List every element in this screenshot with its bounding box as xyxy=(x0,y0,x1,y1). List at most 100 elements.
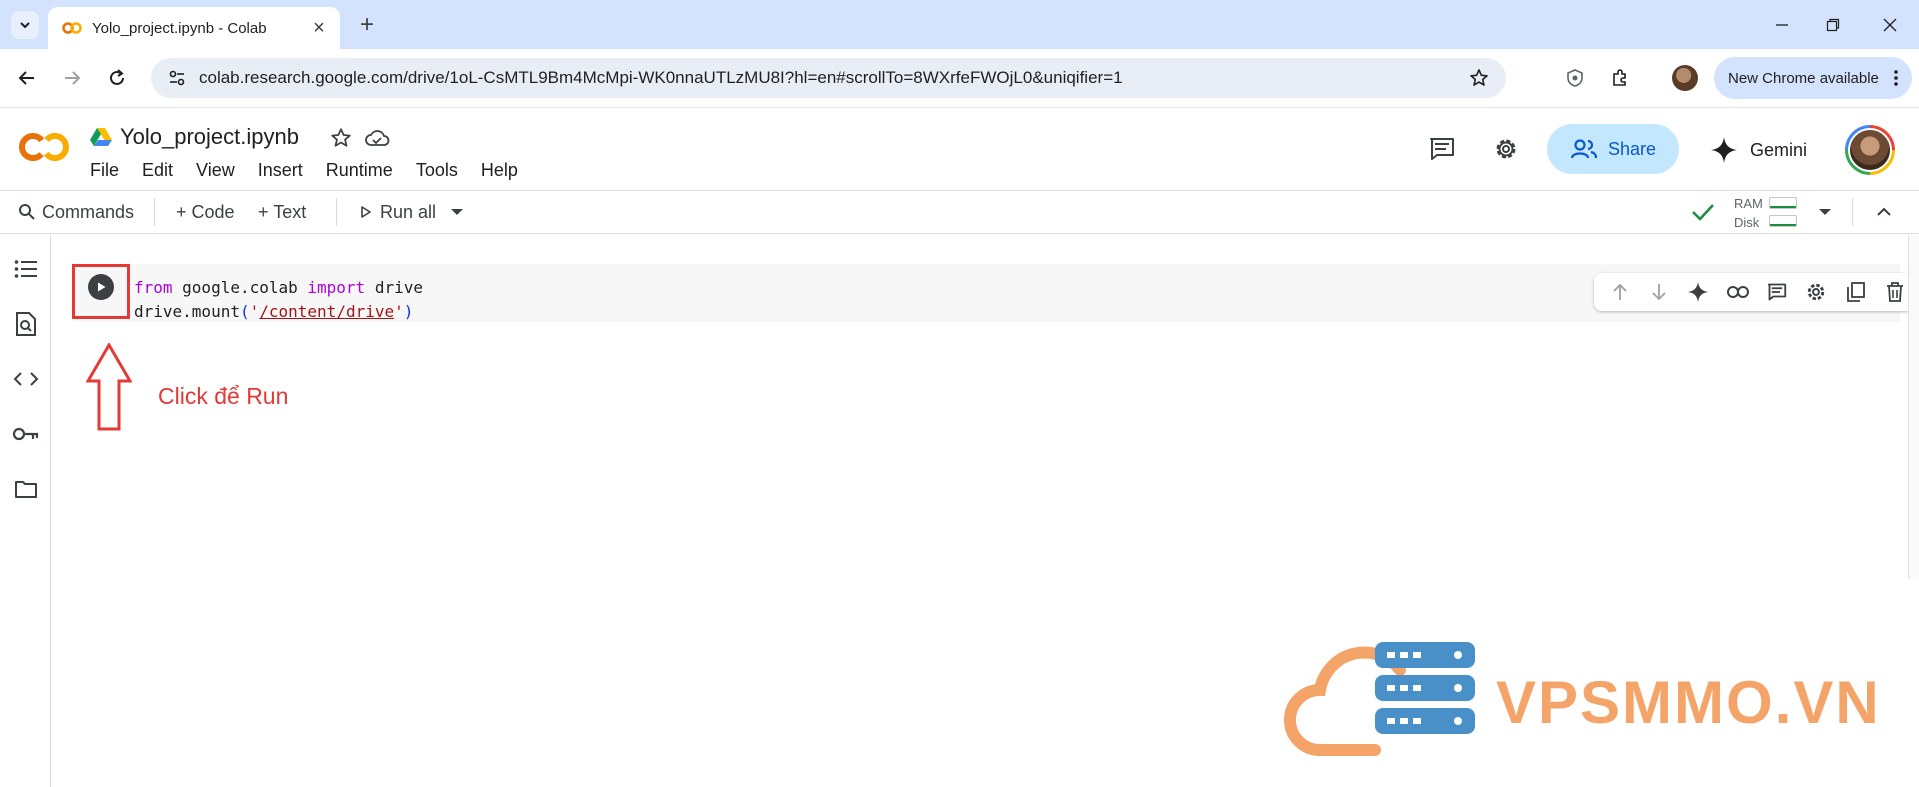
play-icon xyxy=(361,206,371,218)
colab-header: Yolo_project.ipynb File Edit View Insert… xyxy=(0,109,1919,190)
link-to-cell-button[interactable] xyxy=(1718,273,1757,311)
menu-bar: File Edit View Insert Runtime Tools Help xyxy=(90,160,541,181)
tab-title: Yolo_project.ipynb - Colab xyxy=(92,19,267,37)
menu-view[interactable]: View xyxy=(196,160,235,181)
menu-help[interactable]: Help xyxy=(481,160,518,181)
folder-icon xyxy=(15,481,37,498)
move-cell-down-button[interactable] xyxy=(1639,273,1678,311)
colab-favicon-icon xyxy=(62,22,82,34)
run-button-highlight-box xyxy=(72,264,130,319)
secrets-button[interactable] xyxy=(11,419,41,449)
browser-profile-avatar[interactable] xyxy=(1672,65,1698,91)
collapse-header-button[interactable] xyxy=(1876,191,1892,233)
add-code-button[interactable]: + Code xyxy=(176,191,235,233)
cell-toolbar xyxy=(1594,273,1919,311)
star-notebook-icon[interactable] xyxy=(328,125,354,151)
browser-tab-active[interactable]: Yolo_project.ipynb - Colab × xyxy=(48,7,340,49)
resource-labels[interactable]: RAM Disk xyxy=(1734,194,1763,232)
settings-button[interactable] xyxy=(1487,130,1525,168)
find-replace-button[interactable] xyxy=(11,309,41,339)
run-all-dropdown[interactable] xyxy=(450,191,464,233)
minimize-button[interactable] xyxy=(1760,10,1804,40)
trash-icon xyxy=(1886,282,1903,302)
forward-button[interactable] xyxy=(57,63,87,93)
run-all-button[interactable]: Run all xyxy=(360,191,436,233)
shield-extension-icon[interactable] xyxy=(1560,63,1590,93)
tab-close-icon[interactable]: × xyxy=(308,17,330,39)
close-window-button[interactable] xyxy=(1868,10,1912,40)
menu-runtime[interactable]: Runtime xyxy=(326,160,393,181)
caret-down-icon xyxy=(451,209,463,215)
watermark-text: VPSMMO.VN xyxy=(1496,669,1881,736)
restore-icon xyxy=(1826,18,1840,32)
bookmark-star-icon[interactable] xyxy=(1464,63,1494,93)
share-button[interactable]: Share xyxy=(1547,124,1679,174)
notebook-title[interactable]: Yolo_project.ipynb xyxy=(120,124,299,150)
comment-icon xyxy=(1430,138,1454,160)
menu-file[interactable]: File xyxy=(90,160,119,181)
new-chrome-available-button[interactable]: New Chrome available xyxy=(1714,57,1912,99)
browser-toolbar: colab.research.google.com/drive/1oL-CsMT… xyxy=(0,49,1919,108)
new-chrome-label: New Chrome available xyxy=(1728,69,1879,87)
browser-tab-strip: Yolo_project.ipynb - Colab × + xyxy=(0,0,1919,49)
site-info-icon[interactable] xyxy=(165,66,189,90)
account-avatar[interactable] xyxy=(1845,125,1895,175)
notebook-scrollbar[interactable] xyxy=(1908,235,1919,579)
more-vert-icon[interactable] xyxy=(1886,70,1906,86)
table-of-contents-button[interactable] xyxy=(11,254,41,284)
back-button[interactable] xyxy=(12,63,42,93)
reload-icon xyxy=(110,69,124,85)
caret-down-icon xyxy=(1819,209,1831,215)
gemini-cell-button[interactable] xyxy=(1679,273,1718,311)
add-text-button[interactable]: + Text xyxy=(258,191,306,233)
restore-button[interactable] xyxy=(1811,10,1855,40)
move-cell-up-button[interactable] xyxy=(1600,273,1639,311)
toolbar-divider xyxy=(336,198,337,226)
tab-search-button[interactable] xyxy=(11,11,39,39)
ram-meter xyxy=(1769,197,1797,209)
menu-edit[interactable]: Edit xyxy=(142,160,173,181)
code-icon xyxy=(13,372,39,386)
add-text-label: + Text xyxy=(258,201,307,222)
left-sidebar xyxy=(0,235,51,787)
code-quote: ' xyxy=(249,302,260,321)
gemini-button[interactable]: Gemini xyxy=(1710,131,1807,169)
reload-button[interactable] xyxy=(102,63,132,93)
menu-insert[interactable]: Insert xyxy=(258,160,303,181)
commands-label: Commands xyxy=(42,201,135,222)
gemini-sparkle-icon xyxy=(1711,137,1737,163)
runtime-dropdown[interactable] xyxy=(1818,191,1832,233)
colab-logo-icon[interactable] xyxy=(16,129,72,165)
code-identifier: drive xyxy=(365,278,423,297)
resource-meters[interactable] xyxy=(1769,197,1797,233)
gemini-sparkle-icon xyxy=(1688,281,1709,303)
google-drive-icon[interactable] xyxy=(90,127,112,147)
find-in-page-icon xyxy=(16,312,36,336)
add-comment-button[interactable] xyxy=(1757,273,1796,311)
arrow-up-icon xyxy=(1613,283,1627,300)
url-text[interactable]: colab.research.google.com/drive/1oL-CsMT… xyxy=(199,68,1464,88)
share-label: Share xyxy=(1607,138,1657,159)
add-code-label: + Code xyxy=(176,201,235,222)
gear-icon xyxy=(1808,283,1825,301)
avatar-photo xyxy=(1848,128,1892,172)
comments-button[interactable] xyxy=(1423,130,1461,168)
close-icon xyxy=(1883,18,1897,32)
menu-tools[interactable]: Tools xyxy=(416,160,458,181)
code-editor[interactable]: from google.colab import drive drive.mou… xyxy=(134,276,423,324)
files-button[interactable] xyxy=(11,474,41,504)
arrow-left-icon xyxy=(18,71,34,85)
key-icon xyxy=(12,427,39,441)
mirror-cell-button[interactable] xyxy=(1836,273,1875,311)
connected-status[interactable] xyxy=(1691,191,1715,233)
extensions-puzzle-icon[interactable] xyxy=(1605,63,1635,93)
code-call: drive.mount xyxy=(134,302,240,321)
minimize-icon xyxy=(1776,24,1788,26)
code-snippets-button[interactable] xyxy=(11,364,41,394)
cloud-saved-icon[interactable] xyxy=(362,125,392,151)
address-bar[interactable]: colab.research.google.com/drive/1oL-CsMT… xyxy=(151,58,1506,98)
mirror-cell-icon xyxy=(1846,282,1865,302)
new-tab-button[interactable]: + xyxy=(352,10,382,40)
cell-settings-button[interactable] xyxy=(1797,273,1836,311)
commands-button[interactable]: Commands xyxy=(18,191,134,233)
